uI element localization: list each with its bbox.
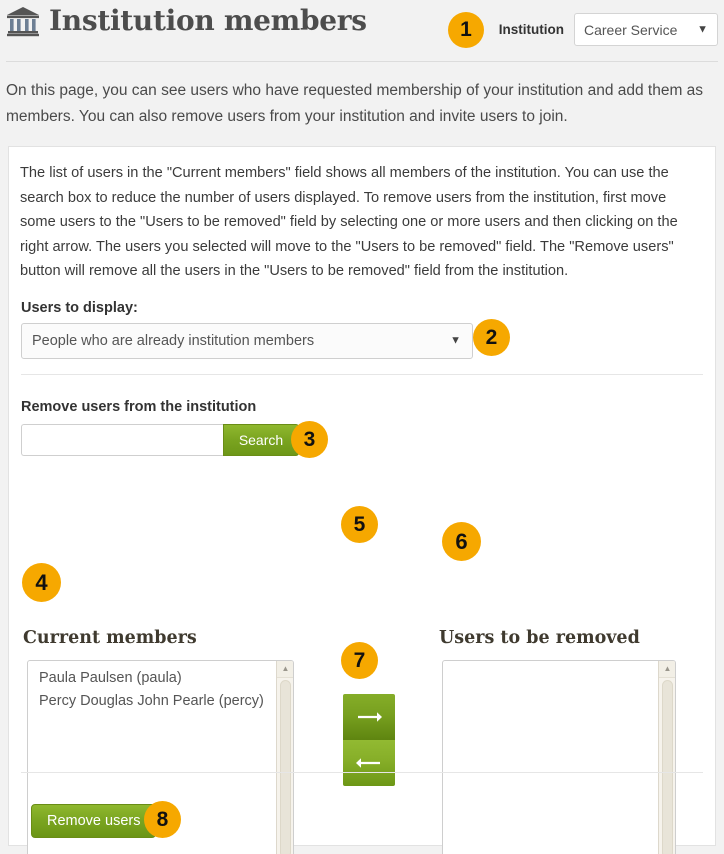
callout-badge-4: 4	[22, 563, 61, 602]
scrollbar-vertical[interactable]: ▲ ▼	[276, 661, 293, 854]
bank-institution-icon	[6, 5, 40, 37]
scroll-up-icon[interactable]: ▲	[659, 661, 675, 678]
section-divider-bottom	[21, 772, 703, 773]
page-header: Institution members Institution Career S…	[0, 0, 724, 62]
panel-description: The list of users in the "Current member…	[20, 165, 678, 279]
scrollbar-thumb[interactable]	[280, 680, 291, 854]
callout-badge-5: 5	[341, 506, 378, 543]
institution-select[interactable]: Career Service ▼	[574, 13, 718, 46]
intro-paragraph: On this page, you can see users who have…	[6, 82, 704, 125]
chevron-down-icon: ▼	[450, 334, 461, 347]
users-to-display-value: People who are already institution membe…	[32, 333, 315, 349]
callout-badge-1: 1	[448, 12, 484, 48]
section-divider-top	[21, 374, 703, 375]
main-panel: The list of users in the "Current member…	[8, 146, 716, 854]
move-right-button[interactable]	[343, 694, 395, 740]
list-item[interactable]: Paula Paulsen (paula)	[39, 667, 264, 690]
scrollbar-vertical[interactable]: ▲ ▼	[658, 661, 675, 854]
scroll-up-icon[interactable]: ▲	[277, 661, 293, 678]
page-title-group: Institution members	[6, 5, 367, 37]
callout-badge-8: 8	[144, 801, 181, 838]
arrow-right-icon	[358, 712, 382, 722]
search-button[interactable]: Search	[223, 424, 299, 456]
users-to-be-removed-heading: Users to be removed	[439, 628, 640, 648]
institution-members-page: Institution members Institution Career S…	[0, 0, 724, 854]
callout-badge-2: 2	[473, 319, 510, 356]
users-to-display-label: Users to display:	[21, 300, 138, 316]
arrow-left-icon	[356, 758, 380, 768]
remove-users-label: Remove users from the institution	[21, 399, 257, 415]
users-to-be-removed-listbox[interactable]: ▲ ▼	[442, 660, 676, 854]
page-title: Institution members	[49, 4, 367, 37]
move-left-button[interactable]	[343, 740, 395, 786]
current-members-heading: Current members	[23, 628, 197, 648]
callout-badge-6: 6	[442, 522, 481, 561]
institution-selector-group: Institution Career Service ▼	[499, 13, 718, 46]
scrollbar-thumb[interactable]	[662, 680, 673, 854]
search-input[interactable]	[21, 424, 223, 456]
chevron-down-icon: ▼	[697, 23, 708, 35]
remove-users-button[interactable]: Remove users	[31, 804, 157, 838]
current-members-list: Paula Paulsen (paula) Percy Douglas John…	[28, 667, 275, 713]
header-divider	[6, 61, 718, 62]
callout-badge-3: 3	[291, 421, 328, 458]
callout-badge-7: 7	[341, 642, 378, 679]
search-row: Search	[21, 424, 299, 456]
institution-select-value: Career Service	[584, 21, 678, 38]
users-to-display-select[interactable]: People who are already institution membe…	[21, 323, 473, 359]
institution-label: Institution	[498, 22, 564, 37]
list-item[interactable]: Percy Douglas John Pearle (percy)	[39, 690, 264, 713]
